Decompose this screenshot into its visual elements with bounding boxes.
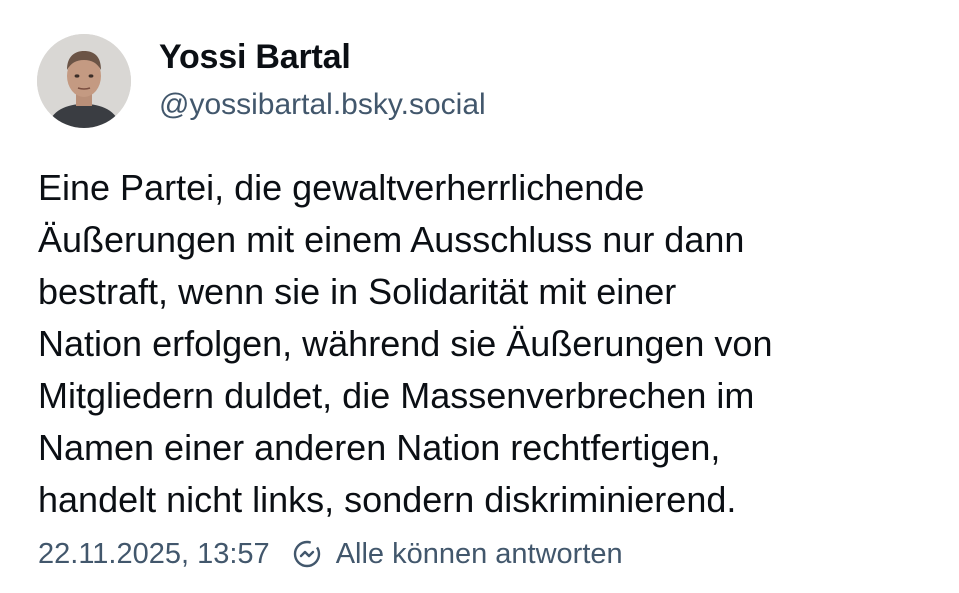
- post-text-line: Eine Partei, die gewaltverherrlichende: [38, 167, 645, 208]
- post-card: Yossi Bartal @yossibartal.bsky.social Ei…: [0, 0, 959, 593]
- post-body-text: Eine Partei, die gewaltverherrlichende Ä…: [38, 162, 938, 526]
- author-handle[interactable]: @yossibartal.bsky.social: [159, 88, 486, 122]
- reply-settings-icon: [292, 539, 322, 569]
- post-text-line: Namen einer anderen Nation rechtfertigen…: [38, 427, 721, 468]
- post-meta: 22.11.2025, 13:57 Alle können antworten: [38, 534, 623, 574]
- author-avatar[interactable]: [37, 34, 131, 128]
- author-display-name[interactable]: Yossi Bartal: [159, 38, 351, 77]
- reply-setting-label: Alle können antworten: [335, 537, 623, 570]
- avatar-photo-icon: [37, 34, 131, 128]
- post-text-line: Nation erfolgen, während sie Äußerungen …: [38, 323, 773, 364]
- post-text-line: handelt nicht links, sondern diskriminie…: [38, 479, 737, 520]
- post-text-line: Mitgliedern duldet, die Massenverbrechen…: [38, 375, 755, 416]
- post-timestamp[interactable]: 22.11.2025, 13:57: [38, 538, 270, 571]
- post-text-line: bestraft, wenn sie in Solidarität mit ei…: [38, 271, 677, 312]
- post-text-line: Äußerungen mit einem Ausschluss nur dann: [38, 219, 745, 260]
